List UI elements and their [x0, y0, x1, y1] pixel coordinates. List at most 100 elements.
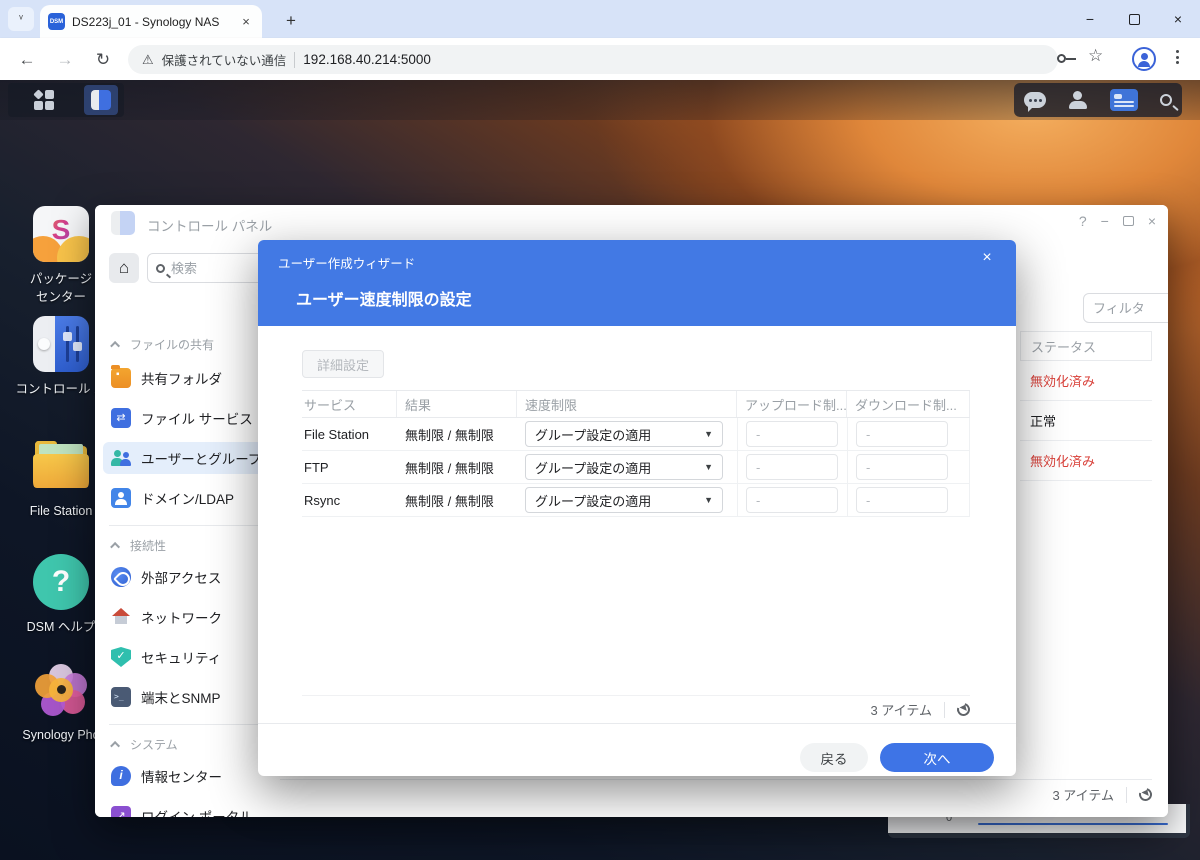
sidebar-item-network[interactable]: ネットワーク [103, 601, 275, 633]
desktop-icon-control-panel[interactable]: コントロール パ [18, 316, 104, 398]
browser-titlebar: ᵛ DSM DS223j_01 - Synology NAS × + − × [0, 0, 1200, 38]
browser-close-button[interactable]: × [1156, 0, 1200, 38]
control-panel-tile-icon [33, 316, 89, 372]
table-row-status[interactable]: 無効化済み [1020, 361, 1152, 401]
sidebar-item-external-access[interactable]: 外部アクセス [103, 561, 275, 593]
back-icon[interactable]: ← [14, 47, 40, 73]
service-name: FTP [302, 451, 397, 483]
dialog-list-status-bar: 3 アイテム [302, 695, 970, 723]
desktop-icon-dsm-help[interactable]: ? DSM ヘルプ [18, 554, 104, 636]
search-icon [156, 264, 165, 273]
dialog-step-heading: ユーザー速度制限の設定 [296, 286, 472, 310]
items-count: 3 アイテム [1052, 785, 1114, 804]
speed-limit-dropdown[interactable]: グループ設定の適用▼ [525, 454, 723, 480]
sidebar-item-info-center[interactable]: i情報センター [103, 760, 275, 792]
synology-photos-icon [33, 662, 89, 718]
table-row-status[interactable]: 正常 [1020, 401, 1152, 441]
column-service[interactable]: サービス [302, 391, 397, 417]
bookmark-star-icon[interactable]: ☆ [1088, 46, 1103, 66]
column-speed-limit[interactable]: 速度制限 [517, 391, 737, 417]
table-row: File Station 無制限 / 無制限 グループ設定の適用▼ - - [302, 418, 970, 451]
tab-close-icon[interactable]: × [238, 14, 254, 30]
download-limit-input: - [856, 487, 948, 513]
table-row-status[interactable]: 無効化済み [1020, 441, 1152, 481]
browser-minimize-button[interactable]: − [1068, 0, 1112, 38]
speed-limit-dropdown[interactable]: グループ設定の適用▼ [525, 421, 723, 447]
sidebar-item-security[interactable]: ✓セキュリティ [103, 641, 275, 673]
password-key-icon[interactable] [1057, 51, 1076, 66]
control-panel-icon [111, 211, 135, 235]
sidebar-item-terminal-snmp[interactable]: >_端末とSNMP [103, 681, 275, 713]
sidebar-search-box[interactable] [147, 253, 267, 283]
section-system[interactable]: システム [113, 736, 178, 753]
widgets-icon[interactable] [1110, 89, 1138, 111]
url-text[interactable]: 192.168.40.214:5000 [303, 52, 431, 67]
desktop-icon-file-station[interactable]: File Station [18, 438, 104, 520]
sidebar-divider [109, 525, 267, 526]
domain-ldap-icon [111, 488, 131, 508]
tab-search-chevron-icon[interactable]: ᵛ [8, 7, 34, 31]
forward-icon[interactable]: → [52, 47, 78, 73]
browser-maximize-button[interactable] [1112, 0, 1156, 38]
profile-icon[interactable] [1132, 47, 1156, 71]
advanced-settings-button[interactable]: 詳細設定 [302, 350, 384, 378]
sidebar-item-shared-folder[interactable]: 共有フォルダ [103, 362, 275, 394]
column-upload-limit[interactable]: アップロード制... [737, 391, 847, 417]
sidebar-item-file-services[interactable]: ⇄ファイル サービス [103, 402, 275, 434]
desktop-icon-synology-photos[interactable]: Synology Pho [18, 662, 104, 744]
browser-window-controls: − × [1068, 0, 1200, 38]
section-file-sharing[interactable]: ファイルの共有 [113, 336, 214, 353]
user-menu-icon[interactable] [1068, 91, 1088, 109]
window-close-button[interactable]: × [1148, 213, 1156, 229]
speed-limit-dropdown[interactable]: グループ設定の適用▼ [525, 487, 723, 513]
sidebar-item-domain-ldap[interactable]: ドメイン/LDAP [103, 482, 275, 514]
security-label[interactable]: 保護されていない通信 [162, 50, 287, 69]
taskbar-right-group [1014, 83, 1182, 117]
column-download-limit[interactable]: ダウンロード制... [847, 391, 970, 417]
browser-menu-icon[interactable] [1176, 50, 1179, 64]
file-services-icon: ⇄ [111, 408, 131, 428]
new-tab-button[interactable]: + [278, 8, 304, 34]
refresh-icon[interactable] [955, 701, 973, 719]
info-center-icon: i [111, 766, 131, 786]
window-title: コントロール パネル [147, 215, 272, 235]
column-result[interactable]: 結果 [397, 391, 517, 417]
sidebar-item-users-groups[interactable]: ユーザーとグループ [103, 442, 275, 474]
package-center-icon: S [33, 206, 89, 262]
back-button[interactable]: 戻る [800, 743, 868, 772]
window-help-button[interactable]: ? [1079, 213, 1087, 229]
collapse-chevron-icon [110, 542, 120, 552]
search-icon[interactable] [1160, 94, 1172, 106]
sidebar-item-login-portal[interactable]: ↗ログイン ポータル [103, 800, 275, 817]
control-panel-titlebar[interactable]: コントロール パネル ? − × [95, 205, 1168, 241]
address-bar[interactable]: ⚠ 保護されていない通信 192.168.40.214:5000 [128, 45, 1058, 74]
window-maximize-button[interactable] [1123, 216, 1134, 226]
filter-input[interactable] [1083, 293, 1168, 323]
taskbar-left-group [8, 83, 124, 117]
user-list-table: ステータス 無効化済み 正常 無効化済み [1020, 331, 1152, 481]
maximize-icon [1129, 14, 1140, 25]
notifications-icon[interactable] [1024, 92, 1046, 108]
refresh-icon[interactable] [1137, 786, 1155, 804]
app-launcher-icon[interactable] [14, 85, 74, 115]
window-minimize-button[interactable]: − [1101, 213, 1109, 229]
desktop-icon-label: DSM ヘルプ [27, 618, 96, 636]
next-button[interactable]: 次へ [880, 743, 994, 772]
taskbar-control-panel-button[interactable] [84, 85, 118, 115]
upload-limit-input: - [746, 454, 838, 480]
desktop-icon-label: Synology Pho [22, 726, 99, 744]
file-station-icon [33, 438, 89, 494]
dialog-close-icon[interactable]: × [976, 249, 998, 267]
section-connectivity[interactable]: 接続性 [113, 537, 166, 554]
terminal-icon: >_ [111, 687, 131, 707]
home-button[interactable]: ⌂ [109, 253, 139, 283]
dialog-header: ユーザー作成ウィザード × ユーザー速度制限の設定 [258, 240, 1016, 326]
status-column-header[interactable]: ステータス [1020, 331, 1152, 361]
security-shield-icon: ✓ [111, 647, 131, 667]
control-panel-sidebar: ⌂ ファイルの共有 共有フォルダ ⇄ファイル サービス ユーザーとグループ ドメ… [95, 241, 280, 817]
desktop-icon-package-center[interactable]: S パッケージ センター [18, 206, 104, 306]
search-input[interactable] [171, 261, 241, 276]
browser-tab[interactable]: DSM DS223j_01 - Synology NAS × [40, 5, 262, 38]
reload-icon[interactable]: ↻ [90, 47, 116, 73]
upload-limit-input: - [746, 421, 838, 447]
